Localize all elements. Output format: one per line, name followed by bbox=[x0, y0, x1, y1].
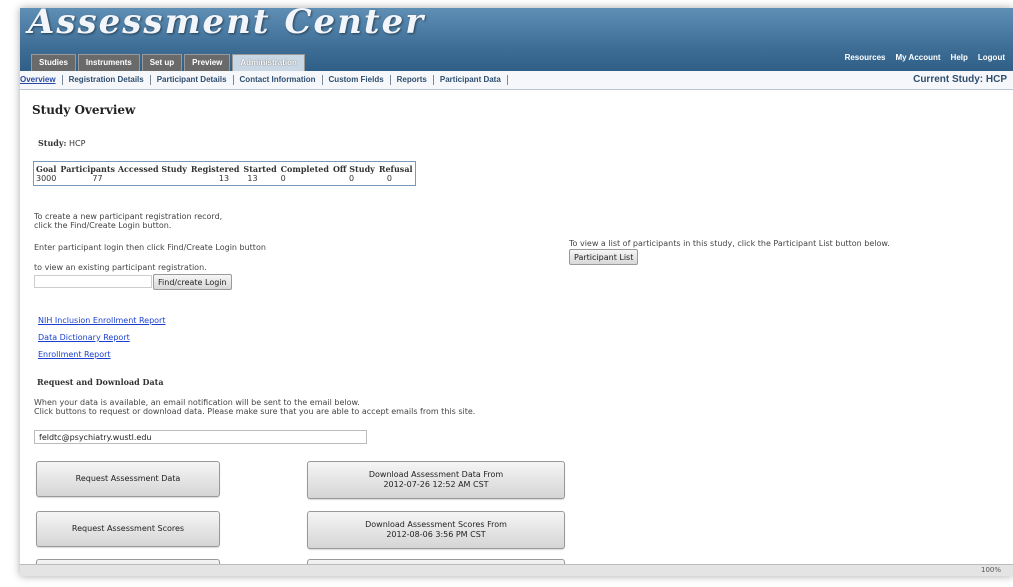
subnav-reports[interactable]: Reports bbox=[391, 75, 434, 85]
page-title: Study Overview bbox=[32, 103, 136, 117]
download-assessment-scores-label-2: 2012-08-06 3:56 PM CST bbox=[386, 530, 486, 539]
stats-header: Off Study bbox=[332, 164, 375, 174]
create-instruction-2: click the Find/Create Login button. bbox=[34, 221, 172, 230]
tab-setup[interactable]: Set up bbox=[141, 54, 183, 72]
stats-header: Completed bbox=[280, 164, 329, 174]
login-instruction-2: to view an existing participant registra… bbox=[34, 263, 207, 272]
top-links: Resources My Account Help Logout bbox=[845, 53, 1005, 62]
subnav-contact-information[interactable]: Contact Information bbox=[234, 75, 323, 85]
zoom-level[interactable]: 100% bbox=[981, 566, 1001, 574]
request-assessment-scores-label: Request Assessment Scores bbox=[71, 524, 185, 533]
tab-preview[interactable]: Preview bbox=[184, 54, 231, 72]
main-tabs: Studies Instruments Set up Preview Admin… bbox=[31, 54, 305, 72]
stats-header: Started bbox=[243, 164, 277, 174]
subnav-participant-details[interactable]: Participant Details bbox=[151, 75, 234, 85]
app-header: Assessment Center Studies Instruments Se… bbox=[20, 8, 1013, 72]
download-assessment-data-label-1: Download Assessment Data From bbox=[368, 470, 504, 479]
request-assessment-data-button[interactable]: Request Assessment Data bbox=[36, 461, 220, 497]
enrollment-report-link[interactable]: Enrollment Report bbox=[38, 350, 111, 359]
stats-value: 0 bbox=[348, 174, 355, 183]
download-assessment-data-label-2: 2012-07-26 12:52 AM CST bbox=[383, 480, 489, 489]
login-instruction-1: Enter participant login then click Find/… bbox=[34, 243, 266, 252]
participant-list-instruction: To view a list of participants in this s… bbox=[569, 239, 890, 248]
study-stats-table: Goal Participants Accessed Study Registe… bbox=[33, 161, 416, 186]
tab-administration[interactable]: Administration bbox=[232, 54, 305, 72]
resources-link[interactable]: Resources bbox=[845, 53, 886, 62]
subnav-overview[interactable]: Overview bbox=[20, 75, 63, 85]
current-study-label: Current Study: HCP bbox=[913, 74, 1007, 85]
study-label: Study: bbox=[38, 138, 67, 148]
email-field[interactable]: feldtc@psychiatry.wustl.edu bbox=[34, 430, 367, 444]
study-info: Study: HCP bbox=[38, 138, 85, 148]
request-assessment-scores-button[interactable]: Request Assessment Scores bbox=[36, 511, 220, 547]
create-instruction-1: To create a new participant registration… bbox=[34, 212, 223, 221]
subnav-registration-details[interactable]: Registration Details bbox=[63, 75, 151, 85]
stats-value: 13 bbox=[218, 174, 230, 183]
stats-header: Participants Accessed Study bbox=[60, 164, 187, 174]
stats-header: Goal bbox=[36, 164, 57, 174]
browser-window: Assessment Center Studies Instruments Se… bbox=[20, 8, 1013, 576]
participant-login-input[interactable] bbox=[34, 275, 152, 288]
stats-header: Registered bbox=[190, 164, 240, 174]
study-value: HCP bbox=[69, 139, 86, 148]
app-logo: Assessment Center bbox=[28, 8, 426, 42]
download-assessment-scores-label-1: Download Assessment Scores From bbox=[365, 520, 507, 529]
subnav-custom-fields[interactable]: Custom Fields bbox=[323, 75, 391, 85]
request-assessment-data-label: Request Assessment Data bbox=[75, 474, 181, 483]
help-link[interactable]: Help bbox=[951, 53, 968, 62]
my-account-link[interactable]: My Account bbox=[896, 53, 941, 62]
sub-navigation: Overview Registration Details Participan… bbox=[20, 71, 1013, 90]
tab-studies[interactable]: Studies bbox=[31, 54, 76, 72]
stats-header-row: Goal Participants Accessed Study Registe… bbox=[34, 162, 416, 174]
find-create-login-button[interactable]: Find/create Login bbox=[153, 274, 232, 290]
stats-header: Refusal bbox=[378, 164, 413, 174]
logout-link[interactable]: Logout bbox=[978, 53, 1005, 62]
stats-value: 0 bbox=[386, 174, 392, 183]
stats-value-row: 3000 77 13 13 0 0 0 bbox=[34, 174, 416, 186]
download-assessment-data-button[interactable]: Download Assessment Data From 2012-07-26… bbox=[307, 461, 565, 499]
download-assessment-scores-button[interactable]: Download Assessment Scores From 2012-08-… bbox=[307, 511, 565, 549]
data-dictionary-report-link[interactable]: Data Dictionary Report bbox=[38, 333, 130, 342]
download-note-2: Click buttons to request or download dat… bbox=[34, 407, 476, 416]
tab-instruments[interactable]: Instruments bbox=[77, 54, 140, 72]
stats-value: 13 bbox=[247, 174, 258, 183]
stats-value: 0 bbox=[280, 174, 286, 183]
request-download-title: Request and Download Data bbox=[37, 377, 164, 387]
stats-value: 3000 bbox=[36, 174, 57, 183]
download-note-1: When your data is available, an email no… bbox=[34, 398, 360, 407]
stats-value: 77 bbox=[92, 174, 103, 183]
participant-list-button[interactable]: Participant List bbox=[569, 249, 639, 265]
nih-inclusion-report-link[interactable]: NIH Inclusion Enrollment Report bbox=[38, 316, 165, 325]
subnav-participant-data[interactable]: Participant Data bbox=[434, 75, 508, 85]
status-bar: 100% bbox=[20, 564, 1013, 576]
